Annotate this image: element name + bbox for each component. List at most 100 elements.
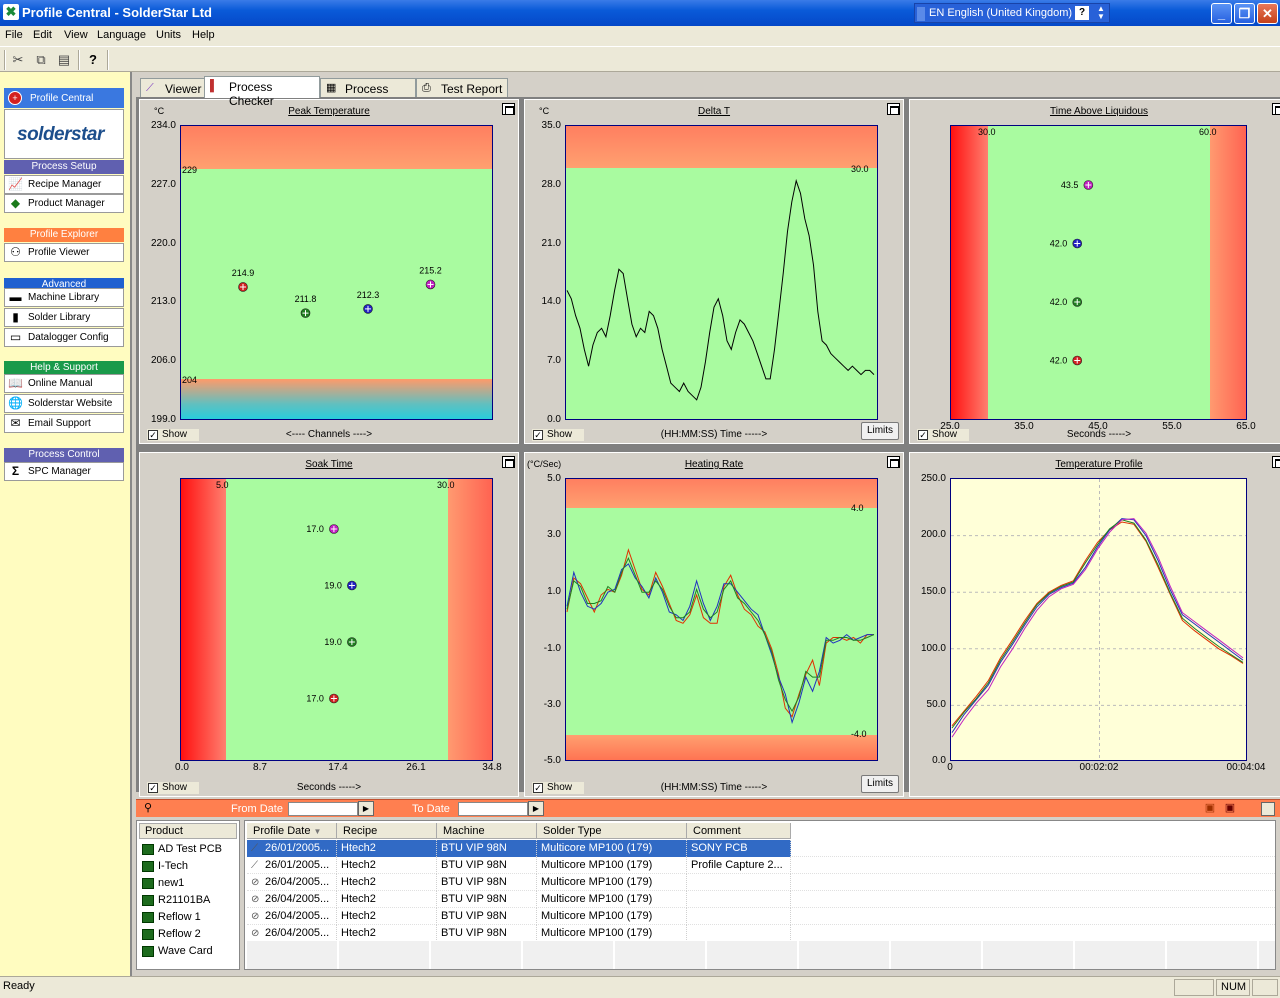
binoculars-icon: ⚇ <box>10 245 21 259</box>
limits-button[interactable]: Limits <box>861 422 899 440</box>
table-cell: Profile Capture 2... <box>687 857 791 874</box>
maximize-icon[interactable] <box>1272 103 1280 115</box>
collapse-button[interactable] <box>1261 802 1275 816</box>
menu-help[interactable]: Help <box>192 29 215 41</box>
pcb-icon <box>142 895 154 906</box>
table-cell: Htech2 <box>337 925 437 942</box>
soak-point <box>329 524 339 534</box>
sidebar-item-product-manager[interactable]: ◆ Product Manager <box>4 194 124 213</box>
list-item[interactable]: Reflow 1 <box>141 909 201 926</box>
list-item[interactable]: AD Test PCB <box>141 841 222 858</box>
column-machine[interactable]: Machine <box>437 823 537 839</box>
copy-icon[interactable]: ⧉ <box>31 50 51 70</box>
to-date-dropdown-icon[interactable]: ▶ <box>528 801 544 816</box>
maximize-icon[interactable] <box>502 456 515 468</box>
maximize-icon[interactable] <box>887 456 900 468</box>
maximize-icon[interactable] <box>887 103 900 115</box>
sidebar-item-solderstar-website[interactable]: 🌐 Solderstar Website <box>4 394 124 413</box>
tal-point <box>1072 238 1083 249</box>
menu-language[interactable]: Language <box>97 29 146 41</box>
y-tick: 227.0 <box>150 179 176 190</box>
soak-point <box>329 693 339 704</box>
sidebar-item-recipe-manager[interactable]: 📈 Recipe Manager <box>4 175 124 194</box>
column-profile-date[interactable]: Profile Date ▼ <box>247 823 337 839</box>
tal-point-label: 42.0 <box>1050 297 1068 307</box>
y-tick: 14.0 <box>541 296 561 307</box>
cut-icon[interactable]: ✂ <box>8 50 28 70</box>
tab-process-checker[interactable]: ▌ Process Checker <box>204 76 320 108</box>
process-checker-area: °C Peak Temperature 214.9 211.8 212.3 215.2… <box>136 97 1280 797</box>
tab-test-report[interactable]: ⎙ Test Report <box>416 78 508 98</box>
time-above-liquidous-panel: Time Above Liquidous 43.5 42.0 42.0 42.0 30… <box>909 99 1280 444</box>
peak-x-title: <---- Channels ----> <box>285 429 373 440</box>
table-cell <box>687 908 791 925</box>
pcb-icon <box>142 861 154 872</box>
sort-desc-icon: ▼ <box>313 827 322 836</box>
tab-process-data[interactable]: ▦Process Data <box>320 78 416 110</box>
table-row[interactable]: ⊘ 26/04/2005... Htech2 BTU VIP 98N Multicore… <box>247 874 1275 891</box>
from-date-field[interactable] <box>288 802 358 816</box>
sidebar-item-label: Machine Library <box>28 292 100 303</box>
paste-icon[interactable]: ▤ <box>54 50 74 70</box>
table-cell: ⟋ 26/01/2005... <box>247 840 337 857</box>
maximize-icon[interactable] <box>1272 456 1280 468</box>
column-comment[interactable]: Comment <box>687 823 791 839</box>
to-date-field[interactable] <box>458 802 528 816</box>
soak-point <box>347 580 357 591</box>
column-solder-type[interactable]: Solder Type <box>537 823 687 839</box>
y-tick: -1.0 <box>543 643 561 654</box>
sidebar-item-email-support[interactable]: ✉ Email Support <box>4 414 124 433</box>
tab-viewer[interactable]: ⟋ Viewer <box>140 78 206 98</box>
save-folder-icon[interactable]: ▣ <box>1222 801 1238 816</box>
pcb-icon <box>142 946 154 957</box>
cell-text: 26/04/2005... <box>265 927 330 939</box>
table-row[interactable]: ⟋ 26/01/2005... Htech2 BTU VIP 98N Multicore… <box>247 857 1275 874</box>
maximize-button[interactable]: ❐ <box>1234 3 1255 24</box>
sidebar-item-spc-manager[interactable]: Σ SPC Manager <box>4 462 124 481</box>
list-item[interactable]: new1 <box>141 875 184 892</box>
sidebar-item-profile-viewer[interactable]: ⚇ Profile Viewer <box>4 243 124 262</box>
menu-file[interactable]: File <box>5 29 23 41</box>
menu-view[interactable]: View <box>64 29 88 41</box>
upper-limit-label: 4.0 <box>851 503 864 513</box>
close-button[interactable]: ✕ <box>1257 3 1278 24</box>
language-spin-icon[interactable]: ▲ ▼ <box>1097 5 1105 21</box>
product-header[interactable]: Product <box>139 823 237 839</box>
from-date-label: From Date <box>231 803 283 815</box>
sidebar-item-machine-library[interactable]: ▬ Machine Library <box>4 288 124 307</box>
product-label: Reflow 1 <box>158 911 201 923</box>
table-row[interactable]: ⊘ 26/04/2005... Htech2 BTU VIP 98N Multicore… <box>247 908 1275 925</box>
help-icon[interactable]: ? <box>1075 6 1089 20</box>
column-recipe[interactable]: Recipe <box>337 823 437 839</box>
maximize-icon[interactable] <box>502 103 515 115</box>
heating-rate-panel: (°C/Sec) Heating Rate 4.0 -4.0 5.0 3.0 1… <box>524 452 904 797</box>
filter-icon[interactable]: ⚲ <box>140 801 156 816</box>
cell-text: 26/04/2005... <box>265 876 330 888</box>
column-label: Profile Date <box>253 825 311 837</box>
limits-button[interactable]: Limits <box>861 775 899 793</box>
table-row[interactable]: ⟋ 26/01/2005... Htech2 BTU VIP 98N Multicore… <box>247 840 1275 857</box>
minimize-button[interactable]: _ <box>1211 3 1232 24</box>
menu-units[interactable]: Units <box>156 29 181 41</box>
product-label: Reflow 2 <box>158 928 201 940</box>
profile-table: Profile Date ▼ Recipe Machine Solder Typ… <box>244 820 1276 970</box>
list-item[interactable]: Reflow 2 <box>141 926 201 943</box>
language-selector[interactable]: EN English (United Kingdom) ? ▲ ▼ <box>914 3 1110 23</box>
delta-t-line <box>566 178 875 401</box>
sidebar-item-datalogger-config[interactable]: ▭ Datalogger Config <box>4 328 124 347</box>
menu-edit[interactable]: Edit <box>33 29 52 41</box>
sidebar-profile-central[interactable]: + Profile Central <box>4 88 124 108</box>
table-row[interactable]: ⊘ 26/04/2005... Htech2 BTU VIP 98N Multicore… <box>247 891 1275 908</box>
upper-limit-label: 30.0 <box>437 480 455 490</box>
table-row[interactable]: ⊘ 26/04/2005... Htech2 BTU VIP 98N Multicore… <box>247 925 1275 942</box>
sidebar-item-solder-library[interactable]: ▮ Solder Library <box>4 308 124 327</box>
list-item[interactable]: Wave Card <box>141 943 213 960</box>
sidebar-item-online-manual[interactable]: 📖 Online Manual <box>4 374 124 393</box>
table-cell: ⊘ 26/04/2005... <box>247 891 337 908</box>
help-icon[interactable]: ? <box>83 50 103 70</box>
profile-graph-icon: ⟋ <box>251 860 258 871</box>
list-item[interactable]: R21101BA <box>141 892 210 909</box>
from-date-dropdown-icon[interactable]: ▶ <box>358 801 374 816</box>
open-folder-icon[interactable]: ▣ <box>1202 801 1218 816</box>
list-item[interactable]: I-Tech <box>141 858 188 875</box>
